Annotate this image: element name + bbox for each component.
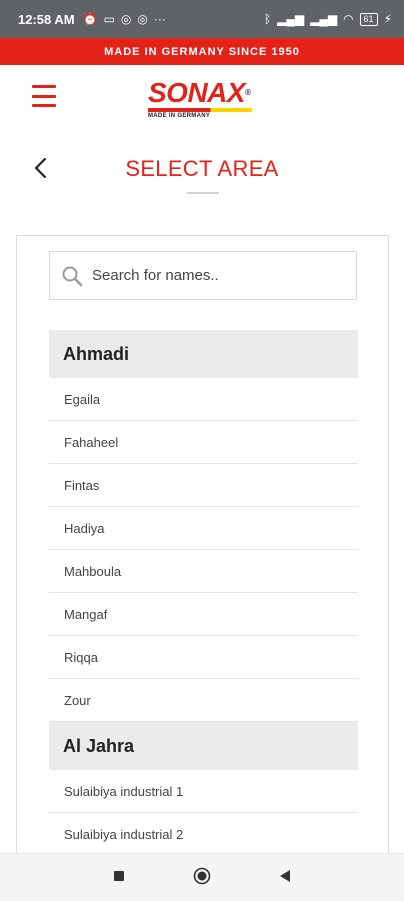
logo-stripe	[148, 108, 252, 112]
list-item[interactable]: Fahaheel	[49, 421, 358, 464]
list-item[interactable]: Mahboula	[49, 550, 358, 593]
app-header: SONAX® MADE IN GERMANY	[0, 65, 404, 133]
wifi-icon: ◠	[343, 12, 354, 26]
list-item[interactable]: Hadiya	[49, 507, 358, 550]
list-item[interactable]: Egaila	[49, 378, 358, 421]
bluetooth-icon: ᛒ	[263, 12, 272, 26]
menu-icon[interactable]	[32, 85, 56, 107]
tagline-banner: MADE IN GERMANY SINCE 1950	[0, 38, 404, 65]
app-icon-2: ◎	[137, 12, 148, 26]
message-icon: ▭	[103, 12, 115, 26]
list-item[interactable]: Mangaf	[49, 593, 358, 636]
list-item[interactable]: Zour	[49, 679, 358, 722]
page-title: SELECT AREA	[125, 156, 279, 181]
app-icon-1: ◎	[120, 12, 132, 26]
list-item[interactable]: Sulaibiya industrial 1	[49, 770, 358, 813]
group-header-ahmadi: Ahmadi	[49, 330, 358, 378]
logo-subtitle: MADE IN GERMANY	[148, 113, 211, 119]
home-button[interactable]	[193, 867, 211, 885]
search-box[interactable]	[49, 251, 357, 300]
more-icon: ···	[153, 12, 166, 26]
logo-wordmark: SONAX®	[148, 77, 251, 108]
status-time: 12:58 AM	[18, 11, 75, 27]
signal-icon-2: ▂▄▆	[310, 12, 338, 26]
system-back-button[interactable]	[279, 869, 291, 883]
title-underline	[187, 192, 219, 194]
status-bar: 12:58 AM ⏰ ▭ ◎ ◎ ··· ᛒ ▂▄▆ ▂▄▆ ◠ 61 ⚡	[0, 0, 404, 38]
list-item[interactable]: Riqqa	[49, 636, 358, 679]
title-row: SELECT AREA	[0, 140, 404, 200]
area-card: Ahmadi Egaila Fahaheel Fintas Hadiya Mah…	[16, 235, 389, 875]
recent-apps-button[interactable]	[114, 871, 124, 881]
alarm-icon: ⏰	[82, 12, 98, 26]
search-icon	[62, 266, 83, 286]
notification-icons: ⏰ ▭ ◎ ◎ ···	[83, 12, 166, 26]
system-icons: ᛒ ▂▄▆ ▂▄▆ ◠ 61 ⚡	[264, 12, 392, 26]
area-list: Ahmadi Egaila Fahaheel Fintas Hadiya Mah…	[49, 330, 358, 856]
battery-icon: 61	[359, 12, 378, 26]
list-item[interactable]: Sulaibiya industrial 2	[49, 813, 358, 856]
system-nav-bar	[0, 853, 404, 901]
signal-icon: ▂▄▆	[277, 12, 305, 26]
charging-icon: ⚡	[383, 12, 392, 26]
list-item[interactable]: Fintas	[49, 464, 358, 507]
group-header-al-jahra: Al Jahra	[49, 722, 358, 770]
search-input[interactable]	[92, 267, 332, 284]
sonax-logo[interactable]: SONAX® MADE IN GERMANY	[148, 79, 260, 123]
